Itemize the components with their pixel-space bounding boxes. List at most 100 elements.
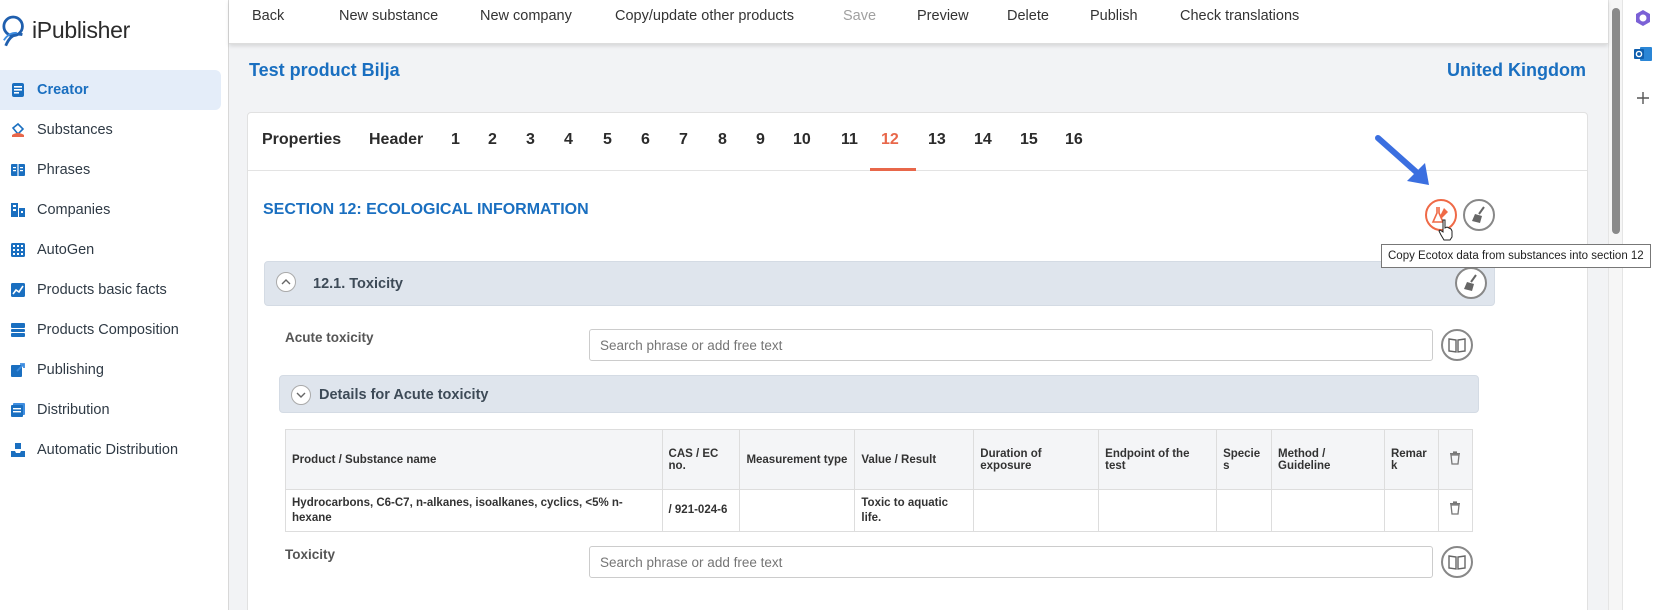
outlook-icon[interactable]: [1631, 42, 1655, 66]
tab-7[interactable]: 7: [679, 131, 688, 149]
trash-icon: [1450, 501, 1461, 515]
delete-all-rows-button[interactable]: [1437, 429, 1474, 490]
book-icon: [9, 161, 27, 179]
back-button[interactable]: Back: [252, 8, 284, 24]
tab-properties[interactable]: Properties: [262, 131, 341, 149]
hand-cursor-icon: [1438, 219, 1453, 241]
details-title: Details for Acute toxicity: [319, 387, 489, 403]
inbox-icon: [9, 441, 27, 459]
clear-subsection-button[interactable]: [1455, 267, 1487, 299]
sidebar-item-products-basic-facts[interactable]: Products basic facts: [0, 270, 221, 310]
flask-icon: [9, 121, 27, 139]
save-button[interactable]: Save: [843, 8, 876, 24]
tab-header[interactable]: Header: [369, 131, 423, 149]
tab-15[interactable]: 15: [1020, 131, 1038, 149]
copilot-icon[interactable]: [1631, 6, 1655, 30]
table-cell: [1383, 489, 1439, 532]
delete-row-button[interactable]: [1437, 489, 1474, 532]
publish-button[interactable]: Publish: [1090, 8, 1138, 24]
tab-12[interactable]: 12: [881, 131, 899, 149]
acute-toxicity-label: Acute toxicity: [285, 330, 374, 345]
tab-13[interactable]: 13: [928, 131, 946, 149]
column-header: Measurement type: [739, 429, 856, 490]
tab-14[interactable]: 14: [974, 131, 992, 149]
vertical-scrollbar[interactable]: [1608, 0, 1622, 610]
document-icon: [9, 81, 27, 99]
scrollbar-thumb[interactable]: [1612, 8, 1620, 234]
toxicity-label: Toxicity: [285, 547, 336, 562]
sidebar-item-distribution[interactable]: Distribution: [0, 390, 221, 430]
top-toolbar: Back New substance New company Copy/upda…: [229, 0, 1608, 44]
main-content: Test product Bilja United Kingdom Proper…: [229, 44, 1608, 610]
chart-icon: [9, 281, 27, 299]
acute-toxicity-input[interactable]: [589, 329, 1433, 361]
ecotox-table: Product / Substance name CAS / EC no. Me…: [285, 429, 1474, 532]
tab-10[interactable]: 10: [793, 131, 811, 149]
column-header: Duration of exposure: [973, 429, 1100, 490]
app-logo[interactable]: iPublisher: [2, 10, 130, 50]
table-cell: Hydrocarbons, C6-C7, n-alkanes, isoalkan…: [285, 489, 663, 532]
details-acute-toxicity-header[interactable]: Details for Acute toxicity: [279, 375, 1479, 413]
tab-2[interactable]: 2: [488, 131, 497, 149]
copy-update-other-products-button[interactable]: Copy/update other products: [615, 8, 794, 24]
column-header: Specie s: [1216, 429, 1273, 490]
table-cell: Toxic to aquatic life.: [854, 489, 975, 532]
ipublisher-logo-icon: [2, 10, 28, 50]
sidebar: iPublisher Creator Substances Phrases Co…: [0, 0, 229, 610]
preview-button[interactable]: Preview: [917, 8, 969, 24]
tab-6[interactable]: 6: [641, 131, 650, 149]
sidebar-item-phrases[interactable]: Phrases: [0, 150, 221, 190]
check-translations-button[interactable]: Check translations: [1180, 8, 1299, 24]
delete-button[interactable]: Delete: [1007, 8, 1049, 24]
table-cell: [739, 489, 856, 532]
clear-section-button[interactable]: [1463, 199, 1495, 231]
sidebar-item-label: Creator: [37, 82, 89, 98]
table-row[interactable]: Hydrocarbons, C6-C7, n-alkanes, isoalkan…: [285, 489, 1474, 532]
column-header: Value / Result: [854, 429, 975, 490]
tab-9[interactable]: 9: [756, 131, 765, 149]
tab-3[interactable]: 3: [526, 131, 535, 149]
broom-icon: [1464, 274, 1477, 291]
chevron-down-icon[interactable]: [291, 385, 311, 405]
sidebar-item-autogen[interactable]: AutoGen: [0, 230, 221, 270]
column-header: Remar k: [1383, 429, 1439, 490]
table-cell: [1271, 489, 1385, 532]
add-icon[interactable]: [1631, 86, 1655, 110]
tab-11[interactable]: 11: [841, 131, 858, 149]
active-tab-indicator: [870, 168, 916, 171]
tab-5[interactable]: 5: [603, 131, 612, 149]
grid-icon: [9, 241, 27, 259]
tab-1[interactable]: 1: [451, 131, 460, 149]
phrase-library-button[interactable]: [1441, 546, 1473, 578]
country-label: United Kingdom: [1447, 60, 1586, 80]
table-cell: [1216, 489, 1273, 532]
new-company-button[interactable]: New company: [480, 8, 572, 24]
sidebar-item-automatic-distribution[interactable]: Automatic Distribution: [0, 430, 221, 470]
sidebar-item-publishing[interactable]: Publishing: [0, 350, 221, 390]
toxicity-input[interactable]: [589, 546, 1433, 578]
publish-icon: [9, 361, 27, 379]
annotation-arrow-icon: [1375, 135, 1429, 185]
subsection-toxicity-header[interactable]: 12.1. Toxicity: [264, 261, 1495, 306]
sidebar-item-label: Phrases: [37, 162, 91, 178]
tab-16[interactable]: 16: [1065, 131, 1083, 149]
table-cell: [973, 489, 1100, 532]
phrase-book-icon: [1448, 555, 1466, 570]
sidebar-item-products-composition[interactable]: Products Composition: [0, 310, 221, 350]
section-title: SECTION 12: ECOLOGICAL INFORMATION: [263, 201, 589, 218]
new-substance-button[interactable]: New substance: [339, 8, 438, 24]
product-title: Test product Bilja: [249, 60, 400, 80]
sidebar-item-label: Automatic Distribution: [37, 442, 179, 458]
subsection-title: 12.1. Toxicity: [313, 276, 403, 292]
sidebar-item-companies[interactable]: Companies: [0, 190, 221, 230]
chevron-up-icon[interactable]: [276, 272, 296, 292]
tab-4[interactable]: 4: [564, 131, 573, 149]
broom-icon: [1472, 206, 1485, 223]
side-app-strip: [1622, 0, 1663, 610]
column-header: Method / Guideline: [1271, 429, 1385, 490]
phrase-library-button[interactable]: [1441, 329, 1473, 361]
sidebar-item-substances[interactable]: Substances: [0, 110, 221, 150]
sidebar-item-creator[interactable]: Creator: [0, 70, 221, 110]
column-header: Endpoint of the test: [1098, 429, 1218, 490]
tab-8[interactable]: 8: [718, 131, 727, 149]
